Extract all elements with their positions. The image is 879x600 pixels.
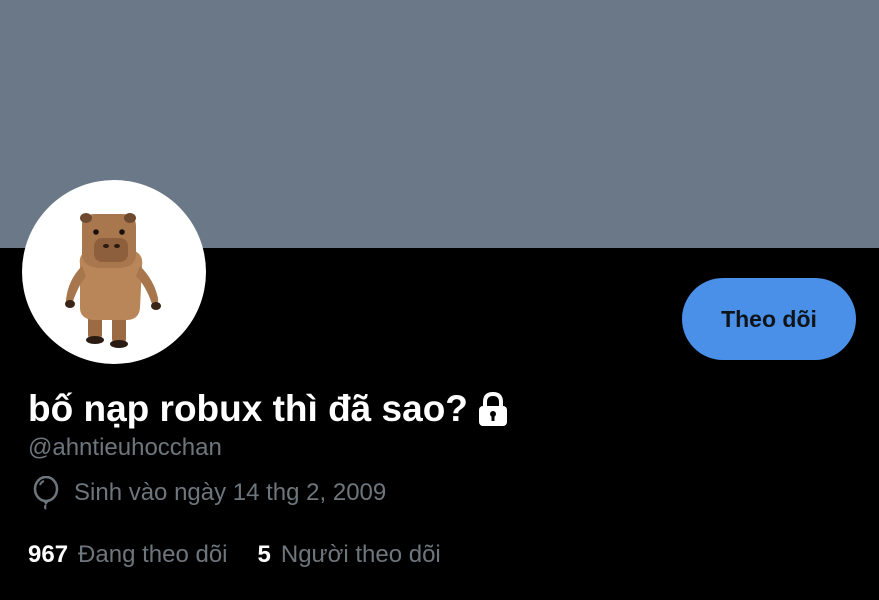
display-name-row: bố nạp robux thì đã sao?	[28, 388, 510, 430]
birth-date-row: Sinh vào ngày 14 thg 2, 2009	[32, 475, 387, 510]
birth-date-text: Sinh vào ngày 14 thg 2, 2009	[74, 479, 387, 506]
followers-label: Người theo dõi	[280, 541, 441, 568]
display-name: bố nạp robux thì đã sao?	[28, 388, 468, 429]
followers-count: 5	[257, 541, 271, 568]
lock-icon	[476, 391, 510, 427]
balloon-icon	[32, 475, 60, 510]
follow-button[interactable]: Theo dõi	[682, 278, 856, 360]
following-count: 967	[28, 541, 69, 568]
following-link[interactable]: 967 Đang theo dõi	[28, 541, 228, 569]
capybara-avatar-image	[65, 213, 161, 348]
followers-link[interactable]: 5 Người theo dõi	[258, 541, 441, 569]
follow-stats: 967 Đang theo dõi 5 Người theo dõi	[28, 541, 441, 569]
following-label: Đang theo dõi	[78, 541, 228, 568]
avatar[interactable]	[22, 180, 206, 364]
username-handle: @ahntieuhocchan	[28, 434, 222, 461]
